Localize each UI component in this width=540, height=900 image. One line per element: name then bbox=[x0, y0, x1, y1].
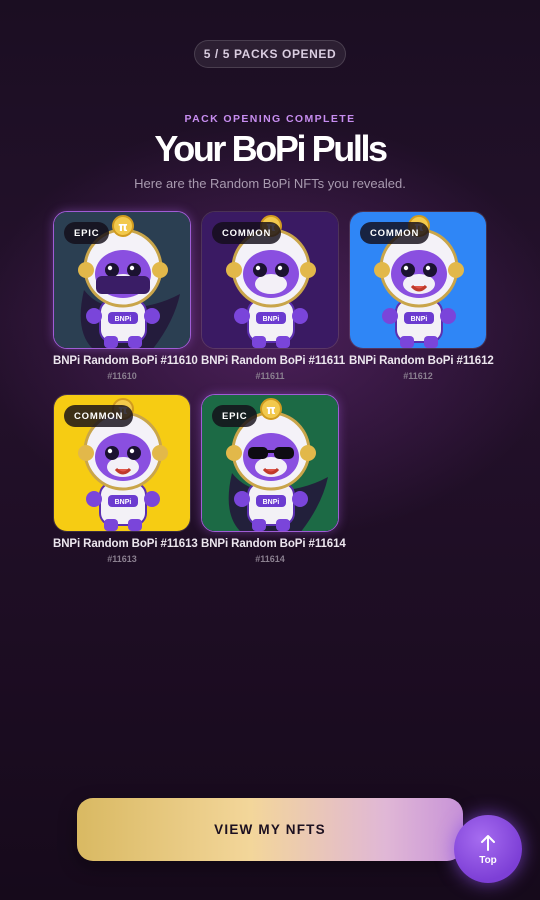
nft-name: BNPi Random BoPi #11610 bbox=[53, 355, 198, 367]
svg-text:BNPi: BNPi bbox=[115, 499, 132, 506]
nft-name: BNPi Random BoPi #11614 bbox=[201, 538, 346, 550]
nft-card-11612[interactable]: BNPi COMMON BNPi Random BoPi #11612 #116… bbox=[349, 211, 494, 381]
svg-text:BNPi: BNPi bbox=[263, 499, 280, 506]
nft-number: #11611 bbox=[255, 371, 285, 381]
arrow-up-icon bbox=[481, 834, 495, 851]
rarity-badge: COMMON bbox=[64, 405, 134, 427]
nft-name: BNPi Random BoPi #11613 bbox=[53, 538, 198, 550]
nft-card-11610[interactable]: BNPi π EPIC BNPi Random BoPi #11610 #116… bbox=[53, 211, 198, 381]
scroll-top-label: Top bbox=[479, 854, 497, 866]
nft-name: BNPi Random BoPi #11612 bbox=[349, 355, 494, 367]
rarity-badge: COMMON bbox=[212, 222, 282, 244]
section-kicker: PACK OPENING COMPLETE bbox=[184, 113, 356, 125]
nft-image[interactable]: BNPi bbox=[349, 211, 487, 349]
nft-card-11611[interactable]: BNPi COMMON BNPi Random BoPi #11611 #116… bbox=[201, 211, 346, 381]
nft-card-11614[interactable]: BNPi π EPIC BNPi Random BoPi #11614 #116… bbox=[201, 394, 346, 564]
nft-image[interactable]: BNPi bbox=[53, 211, 191, 349]
nft-image[interactable]: BNPi bbox=[201, 394, 339, 532]
page-title: Your BoPi Pulls bbox=[154, 128, 388, 169]
nft-number: #11614 bbox=[255, 554, 285, 564]
nft-card-11613[interactable]: BNPi COMMON BNPi Random BoPi #11613 #116… bbox=[53, 394, 198, 564]
svg-text:BNPi: BNPi bbox=[411, 316, 428, 323]
nft-image[interactable]: BNPi bbox=[53, 394, 191, 532]
rarity-badge: COMMON bbox=[360, 222, 430, 244]
rarity-badge: EPIC bbox=[212, 405, 258, 427]
scroll-top-button[interactable]: Top bbox=[454, 815, 522, 883]
nft-number: #11612 bbox=[403, 371, 433, 381]
nft-number: #11613 bbox=[107, 554, 137, 564]
nft-number: #11610 bbox=[107, 371, 137, 381]
packs-opened-pill: 5 / 5 PACKS OPENED bbox=[194, 40, 346, 68]
view-my-nfts-button[interactable]: VIEW MY NFTS bbox=[77, 798, 463, 861]
page-subtitle: Here are the Random BoPi NFTs you reveal… bbox=[134, 176, 406, 191]
svg-text:BNPi: BNPi bbox=[263, 316, 280, 323]
svg-text:π: π bbox=[266, 403, 276, 417]
nft-image[interactable]: BNPi bbox=[201, 211, 339, 349]
svg-text:BNPi: BNPi bbox=[115, 316, 132, 323]
rarity-badge: EPIC bbox=[64, 222, 110, 244]
svg-text:π: π bbox=[118, 220, 128, 234]
nft-name: BNPi Random BoPi #11611 bbox=[201, 355, 346, 367]
packs-opened-label: 5 / 5 PACKS OPENED bbox=[203, 47, 337, 61]
